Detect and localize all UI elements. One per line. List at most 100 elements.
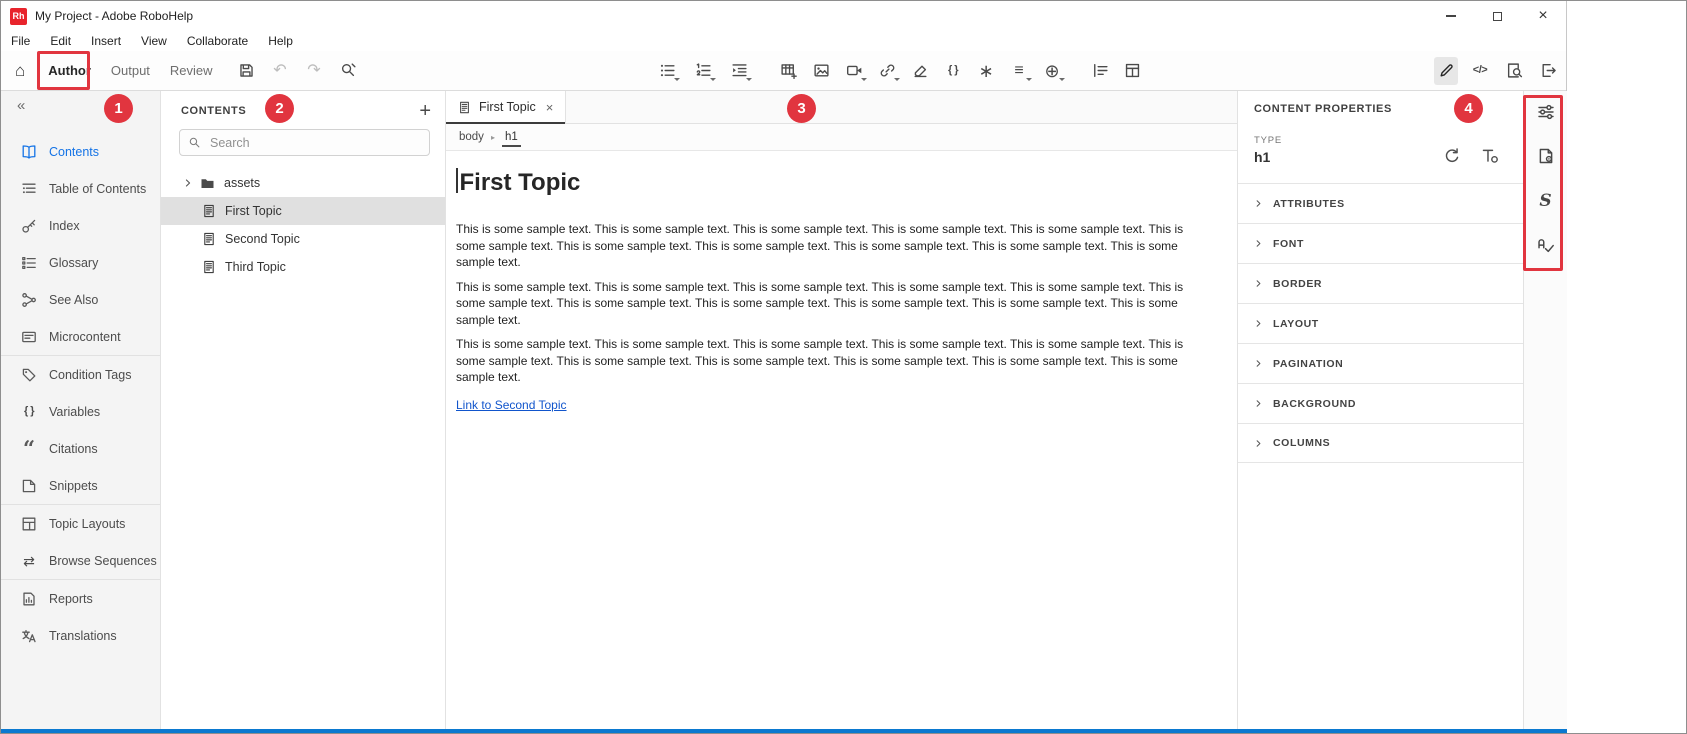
lines-icon: ≡: [1014, 63, 1023, 79]
insert-image-button[interactable]: [809, 57, 833, 85]
section-label: BACKGROUND: [1273, 398, 1356, 410]
sidebar-item-table-of-contents[interactable]: Table of Contents: [1, 170, 160, 207]
section-attributes[interactable]: ATTRIBUTES: [1238, 183, 1523, 223]
save-all-button[interactable]: [234, 57, 258, 85]
sidebar-item-browse-sequences[interactable]: ⇄Browse Sequences: [1, 542, 160, 579]
sidebar-item-snippets[interactable]: Snippets: [1, 467, 160, 504]
condition-expression-button[interactable]: [1088, 57, 1112, 85]
maximize-button[interactable]: [1474, 1, 1520, 31]
dropdown-caret-icon: [746, 78, 752, 81]
glossary-list-icon: [21, 255, 37, 271]
indent-button[interactable]: [727, 57, 751, 85]
source-view-button[interactable]: </>: [1468, 57, 1492, 85]
menu-view[interactable]: View: [141, 34, 167, 48]
translate-icon: [21, 628, 37, 644]
topic-paragraph[interactable]: This is some sample text. This is some s…: [456, 221, 1215, 271]
sidebar-item-contents[interactable]: Contents: [1, 133, 160, 170]
tree-row-assets[interactable]: assets: [161, 169, 445, 197]
sidebar-item-glossary[interactable]: Glossary: [1, 244, 160, 281]
add-topic-button[interactable]: +: [419, 101, 431, 121]
link-to-second-topic[interactable]: Link to Second Topic: [456, 398, 567, 412]
sidebar-item-index[interactable]: Index: [1, 207, 160, 244]
window-controls: ×: [1428, 1, 1566, 31]
sidebar-item-see-also[interactable]: See Also: [1, 281, 160, 318]
preview-icon: [1506, 62, 1523, 79]
annotation-badge-3: 3: [787, 94, 816, 123]
text-block-icon: [1092, 62, 1109, 79]
sidebar-item-condition-tags[interactable]: Condition Tags: [1, 356, 160, 393]
text-settings-button[interactable]: [1481, 147, 1499, 165]
menu-insert[interactable]: Insert: [91, 34, 121, 48]
section-background[interactable]: BACKGROUND: [1238, 383, 1523, 423]
insert-link-button[interactable]: [875, 57, 899, 85]
breadcrumb-body[interactable]: body: [459, 131, 484, 143]
insert-video-button[interactable]: [842, 57, 866, 85]
insert-variable-button[interactable]: ∗: [974, 57, 998, 85]
numbered-list-button[interactable]: [691, 57, 715, 85]
tree-row-first-topic[interactable]: First Topic: [161, 197, 445, 225]
publish-exit-button[interactable]: [1536, 57, 1560, 85]
editor-tab-first-topic[interactable]: First Topic ×: [446, 91, 566, 123]
chevron-right-icon: [1254, 279, 1263, 288]
topic-canvas[interactable]: First Topic This is some sample text. Th…: [446, 151, 1237, 729]
expand-chevron-icon[interactable]: [183, 178, 193, 188]
tab-review[interactable]: Review: [160, 63, 223, 78]
contents-panel-title: CONTENTS: [181, 105, 246, 117]
tree-row-label: First Topic: [225, 204, 282, 218]
topic-paragraph[interactable]: This is some sample text. This is some s…: [456, 279, 1215, 329]
sidebar-item-citations[interactable]: “Citations: [1, 430, 160, 467]
insert-table-button[interactable]: [776, 57, 800, 85]
topic-paragraph[interactable]: This is some sample text. This is some s…: [456, 336, 1215, 386]
sidebar-item-variables[interactable]: { }Variables: [1, 393, 160, 430]
preview-button[interactable]: [1502, 57, 1526, 85]
menu-help[interactable]: Help: [268, 34, 293, 48]
menu-edit[interactable]: Edit: [50, 34, 71, 48]
annotation-badge-2: 2: [265, 94, 294, 123]
tree-row-second-topic[interactable]: Second Topic: [161, 225, 445, 253]
annotation-box-icon-strip: [1523, 95, 1563, 271]
collapse-sidebar-icon[interactable]: «: [17, 97, 25, 114]
refresh-button[interactable]: [1443, 147, 1461, 165]
tab-output[interactable]: Output: [101, 63, 160, 78]
edit-mode-button[interactable]: [1434, 57, 1458, 85]
search-box[interactable]: [179, 129, 430, 156]
undo-button[interactable]: ↶: [268, 57, 292, 85]
annotation-box-author: [37, 51, 90, 90]
insert-symbol-button[interactable]: ≡: [1007, 57, 1031, 85]
menu-bar: File Edit Insert View Collaborate Help: [1, 31, 1566, 51]
contents-panel-header: CONTENTS +: [181, 101, 431, 121]
close-button[interactable]: ×: [1520, 1, 1566, 31]
bullet-list-button[interactable]: [655, 57, 679, 85]
search-icon: [188, 136, 201, 149]
app-body: « Contents Table of Contents Index Gloss…: [1, 91, 1567, 729]
section-layout[interactable]: LAYOUT: [1238, 303, 1523, 343]
search-input[interactable]: [208, 135, 421, 151]
clear-formatting-button[interactable]: [908, 57, 932, 85]
list-format-group: [655, 51, 751, 90]
insert-snippet-button[interactable]: { }: [941, 57, 965, 85]
topic-heading[interactable]: First Topic: [456, 168, 1215, 197]
snippet-icon: [21, 478, 37, 494]
find-replace-button[interactable]: [336, 57, 360, 85]
sidebar-item-topic-layouts[interactable]: Topic Layouts: [1, 505, 160, 542]
insert-more-button[interactable]: ⊕: [1040, 57, 1064, 85]
sidebar-item-microcontent[interactable]: Microcontent: [1, 318, 160, 355]
sidebar-item-reports[interactable]: Reports: [1, 580, 160, 617]
master-page-button[interactable]: [1120, 57, 1144, 85]
sidebar-item-label: Table of Contents: [49, 182, 146, 196]
menu-file[interactable]: File: [11, 34, 30, 48]
topic-doc-icon: [458, 101, 471, 114]
minimize-button[interactable]: [1428, 1, 1474, 31]
menu-collaborate[interactable]: Collaborate: [187, 34, 248, 48]
section-font[interactable]: FONT: [1238, 223, 1523, 263]
breadcrumb-h1[interactable]: h1: [502, 128, 521, 147]
home-icon[interactable]: ⌂: [15, 62, 25, 79]
tree-row-third-topic[interactable]: Third Topic: [161, 253, 445, 281]
section-columns[interactable]: COLUMNS: [1238, 423, 1523, 463]
section-border[interactable]: BORDER: [1238, 263, 1523, 303]
pencil-icon: [1438, 62, 1455, 79]
sidebar-item-translations[interactable]: Translations: [1, 617, 160, 654]
tab-close-icon[interactable]: ×: [546, 101, 554, 114]
redo-button[interactable]: ↷: [302, 57, 326, 85]
section-pagination[interactable]: PAGINATION: [1238, 343, 1523, 383]
